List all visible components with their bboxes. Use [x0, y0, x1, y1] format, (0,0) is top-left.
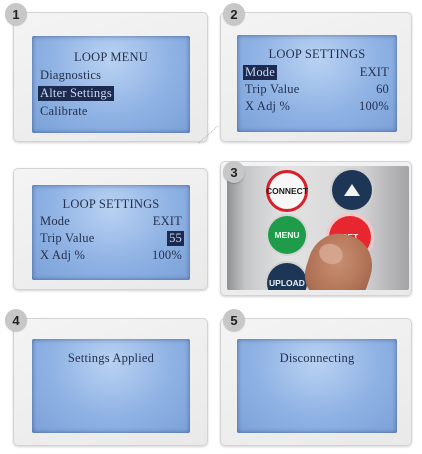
lcd-title: LOOP SETTINGS: [268, 47, 366, 61]
menu-item-calibrate[interactable]: Calibrate: [40, 104, 88, 119]
setting-label-trip-value[interactable]: Trip Value: [40, 231, 94, 246]
step-1-panel: LOOP MENU Diagnostics Alter Settings Cal…: [13, 12, 208, 142]
menu-button[interactable]: MENU: [268, 216, 306, 254]
setting-label-trip-value[interactable]: Trip Value: [245, 82, 299, 97]
setting-label-mode[interactable]: Mode: [40, 214, 70, 229]
step-number-badge: 1: [5, 3, 27, 25]
setting-label-x-adj[interactable]: X Adj %: [40, 248, 85, 263]
step-4-lcd-screen: Settings Applied: [32, 339, 190, 433]
status-message: Settings Applied: [67, 351, 155, 365]
step-number-badge: 3: [223, 161, 245, 183]
up-arrow-button[interactable]: [332, 170, 372, 210]
step-5-lcd-screen: Disconnecting: [237, 339, 397, 433]
up-arrow-icon: [344, 184, 360, 196]
step-number-badge: 4: [5, 309, 27, 331]
step-1-lcd-screen: LOOP MENU Diagnostics Alter Settings Cal…: [32, 36, 190, 133]
connect-button[interactable]: CONNECT: [266, 170, 308, 212]
step-2b-lcd-screen: LOOP SETTINGS Mode EXIT Trip Value 55 X …: [32, 185, 190, 280]
keypad-photo: CONNECT MENU SET UPLOAD: [227, 166, 409, 290]
menu-item-diagnostics[interactable]: Diagnostics: [40, 68, 101, 83]
setting-value-x-adj: 100%: [152, 248, 182, 262]
setting-value-trip-value[interactable]: 55: [167, 231, 184, 246]
setting-value-trip-value: 60: [376, 82, 389, 96]
step-number-badge: 2: [223, 3, 245, 25]
lcd-title: LOOP SETTINGS: [62, 197, 160, 211]
lcd-title: LOOP MENU: [74, 50, 148, 64]
setting-value-mode: EXIT: [359, 65, 389, 79]
setting-value-mode: EXIT: [152, 214, 182, 228]
step-number-badge: 5: [223, 309, 245, 331]
step-5-panel: Disconnecting: [220, 318, 412, 446]
setting-value-x-adj: 100%: [359, 99, 389, 113]
setting-label-mode[interactable]: Mode: [243, 65, 277, 80]
setting-label-x-adj[interactable]: X Adj %: [245, 99, 290, 114]
upload-button[interactable]: UPLOAD: [267, 263, 307, 290]
status-message: Disconnecting: [279, 351, 355, 365]
menu-item-alter-settings[interactable]: Alter Settings: [38, 86, 114, 101]
step-4-panel: Settings Applied: [13, 318, 208, 446]
step-2b-panel: LOOP SETTINGS Mode EXIT Trip Value 55 X …: [13, 168, 208, 290]
step-2-lcd-screen: LOOP SETTINGS Mode EXIT Trip Value 60 X …: [237, 35, 397, 132]
step-2-panel: LOOP SETTINGS Mode EXIT Trip Value 60 X …: [220, 12, 412, 142]
